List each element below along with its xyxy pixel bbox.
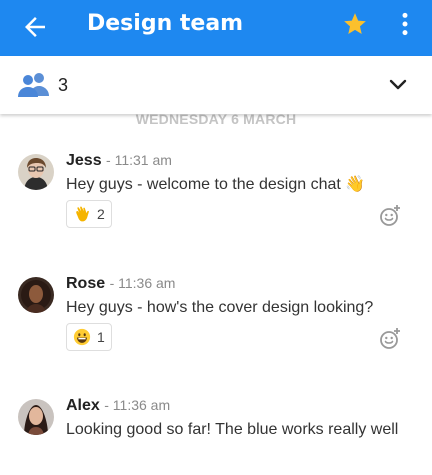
message-text: Looking good so far! The blue works real…: [66, 421, 399, 438]
avatar[interactable]: [18, 399, 54, 435]
star-icon[interactable]: [342, 11, 368, 37]
page-title: Design team: [87, 11, 244, 36]
reaction-chip[interactable]: 1: [66, 323, 112, 351]
avatar[interactable]: [18, 154, 54, 190]
people-icon: [18, 73, 49, 97]
reaction-count: 1: [97, 329, 105, 345]
message-text: Hey guys - how's the cover design lookin…: [66, 299, 374, 316]
message-header: Jess - 11:31 am: [66, 152, 172, 170]
author-name: Jess: [66, 152, 102, 169]
back-arrow-icon[interactable]: [20, 12, 50, 42]
grinning-face-emoji: [73, 328, 91, 346]
reaction-chip[interactable]: 2: [66, 200, 112, 228]
members-bar[interactable]: 3: [0, 56, 432, 114]
app-bar: Design team: [0, 0, 432, 56]
author-name: Alex: [66, 397, 100, 414]
message-text: Hey guys - welcome to the design chat 👋: [66, 176, 366, 193]
chevron-down-icon[interactable]: [388, 77, 408, 93]
member-count: 3: [58, 75, 69, 95]
message-header: Rose - 11:36 am: [66, 275, 175, 293]
waving-hand-emoji: [76, 206, 89, 222]
reaction-count: 2: [97, 206, 105, 222]
avatar[interactable]: [18, 277, 54, 313]
timestamp: - 11:36 am: [104, 397, 171, 413]
add-reaction-icon[interactable]: [378, 204, 402, 228]
add-reaction-icon[interactable]: [378, 327, 402, 351]
timestamp: - 11:31 am: [106, 152, 172, 168]
author-name: Rose: [66, 275, 106, 292]
timestamp: - 11:36 am: [109, 275, 176, 291]
message-header: Alex - 11:36 am: [66, 397, 170, 415]
more-vert-icon[interactable]: [398, 11, 412, 37]
